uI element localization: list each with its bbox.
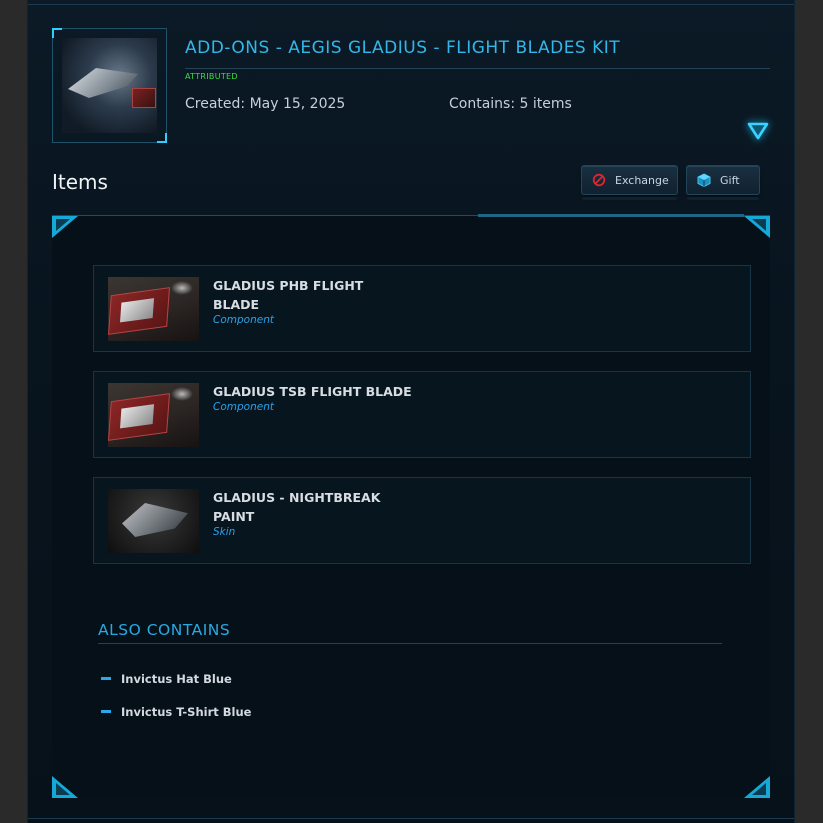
bullet-icon [101,677,111,680]
corner-bracket-icon [744,776,770,798]
created-date: Created: May 15, 2025 [185,96,346,112]
package-thumbnail [52,28,167,143]
items-panel: GLADIUS PHB FLIGHT BLADE Component GLADI… [52,214,770,798]
item-type: Component [213,314,274,326]
light-glare [171,281,193,295]
crate-icon [108,393,171,441]
corner-bracket-icon [744,216,770,238]
flight-blade-crate-image [108,277,199,341]
item-card[interactable]: GLADIUS TSB FLIGHT BLADE Component [93,371,751,458]
bottom-divider [28,818,794,819]
item-type: Component [213,401,274,413]
status-badge: ATTRIBUTED [185,72,238,81]
list-item: Invictus Hat Blue [101,672,232,686]
list-item-label: Invictus Hat Blue [121,672,232,686]
exchange-label: Exchange [615,173,669,187]
items-heading: Items [52,170,108,194]
ship-thumbnail-image [62,38,157,133]
panel-accent-bar [478,214,744,217]
chevron-down-icon [747,122,769,140]
exchange-button[interactable]: Exchange [581,165,678,200]
flight-blade-crate-image [108,383,199,447]
also-contains-heading: ALSO CONTAINS [98,621,231,639]
also-contains-divider [98,643,722,644]
pledge-window: ADD-ONS - AEGIS GLADIUS - FLIGHT BLADES … [27,0,795,823]
gift-button[interactable]: Gift [686,165,760,200]
expand-toggle-button[interactable] [747,121,769,141]
crate-icon [108,287,171,335]
exchange-icon [592,173,606,187]
item-type: Skin [213,526,236,538]
gift-label: Gift [720,173,740,187]
contains-count: Contains: 5 items [449,96,572,112]
ship-icon [68,68,138,98]
light-glare [171,387,193,401]
title-divider [185,68,770,69]
item-name: GLADIUS PHB FLIGHT BLADE [213,278,364,312]
ship-skin-image [108,489,199,553]
item-name: GLADIUS TSB FLIGHT BLADE [213,384,412,399]
list-item: Invictus T-Shirt Blue [101,705,251,719]
item-card[interactable]: GLADIUS PHB FLIGHT BLADE Component [93,265,751,352]
gift-icon [697,173,711,187]
item-card[interactable]: GLADIUS - NIGHTBREAK PAINT Skin [93,477,751,564]
item-name: GLADIUS - NIGHTBREAK PAINT [213,490,381,524]
list-item-label: Invictus T-Shirt Blue [121,705,252,719]
package-title: ADD-ONS - AEGIS GLADIUS - FLIGHT BLADES … [185,38,621,58]
bullet-icon [101,710,111,713]
top-divider [28,4,794,5]
corner-bracket-icon [52,216,78,238]
ship-icon [122,503,188,537]
corner-bracket-icon [52,776,78,798]
crate-icon [132,88,156,108]
